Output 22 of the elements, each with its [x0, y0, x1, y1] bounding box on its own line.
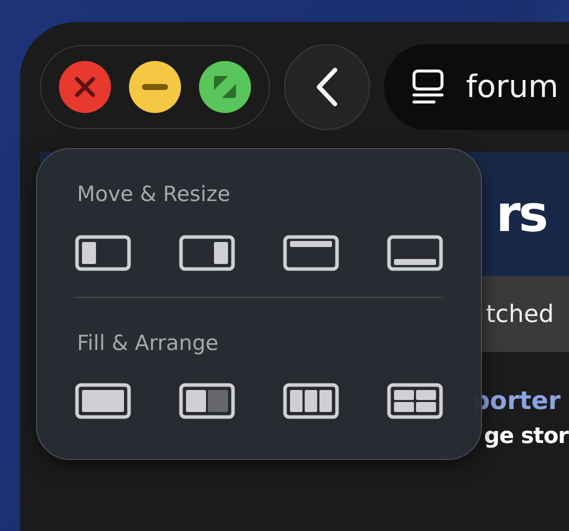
bottom-half-layout-icon[interactable] — [387, 234, 443, 270]
close-icon — [74, 76, 96, 98]
reader-icon — [412, 69, 444, 105]
split-layout-icon[interactable] — [179, 383, 235, 419]
minimize-button[interactable] — [129, 61, 181, 113]
fullscreen-icon — [214, 76, 236, 98]
close-button[interactable] — [59, 61, 111, 113]
site-title: rs — [496, 184, 546, 244]
grid-layout-icon[interactable] — [387, 383, 443, 419]
fullscreen-button[interactable] — [199, 61, 251, 113]
address-bar[interactable]: forum — [384, 44, 569, 130]
back-icon — [315, 67, 339, 107]
section-title: Move & Resize — [77, 181, 230, 208]
minimize-icon — [142, 84, 168, 90]
left-half-layout-icon[interactable] — [75, 234, 131, 270]
post-title: ge stor — [484, 422, 568, 450]
right-half-layout-icon[interactable] — [179, 234, 235, 270]
nav-link[interactable]: tched — [486, 296, 554, 332]
section-title: Fill & Arrange — [77, 330, 218, 356]
three-column-layout-icon[interactable] — [283, 383, 339, 419]
fill-layout-icon[interactable] — [75, 383, 131, 419]
top-half-layout-icon[interactable] — [283, 234, 339, 270]
